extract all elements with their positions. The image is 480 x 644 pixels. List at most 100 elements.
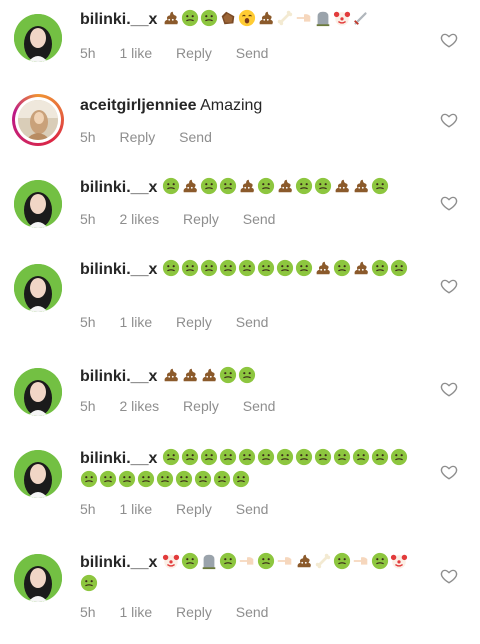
- send-button[interactable]: Send: [236, 604, 269, 620]
- nauseated-face-emoji: [333, 552, 350, 570]
- comment-item: bilinki.__x 5h 1 like Reply Send: [0, 0, 480, 80]
- send-button[interactable]: Send: [179, 129, 212, 145]
- nauseated-face-emoji: [162, 448, 179, 466]
- send-button[interactable]: Send: [236, 45, 269, 61]
- reply-button[interactable]: Reply: [183, 398, 219, 414]
- avatar-photo: [14, 368, 62, 416]
- nauseated-face-emoji: [232, 470, 250, 488]
- poop-emoji: [278, 179, 292, 193]
- reply-button[interactable]: Reply: [119, 129, 155, 145]
- headstone-emoji: [316, 11, 330, 27]
- nauseated-face-emoji: [200, 448, 217, 466]
- pointing-left-hand-emoji: [277, 557, 292, 565]
- avatar-photo: [14, 264, 62, 312]
- comment-meta: 5h Reply Send: [80, 128, 232, 146]
- heart-outline-icon[interactable]: [440, 194, 458, 212]
- comment-time: 5h: [80, 501, 96, 517]
- nauseated-face-emoji: [333, 448, 350, 466]
- comment-likes[interactable]: 1 like: [119, 604, 152, 620]
- comment-emojis: [162, 259, 409, 278]
- nauseated-face-emoji: [219, 552, 236, 570]
- poop-emoji: [202, 368, 216, 382]
- poop-emoji: [316, 261, 330, 275]
- comment-username[interactable]: bilinki.__x: [80, 450, 157, 467]
- comment-meta: 5h 1 like Reply Send: [80, 44, 288, 62]
- comment-emojis: [162, 366, 257, 385]
- send-button[interactable]: Send: [243, 211, 276, 227]
- send-button[interactable]: Send: [243, 398, 276, 414]
- comment-likes[interactable]: 1 like: [119, 501, 152, 517]
- bone-emoji: [277, 10, 293, 26]
- comment-meta: 5h 1 like Reply Send: [80, 603, 288, 621]
- comment-username[interactable]: bilinki.__x: [80, 554, 157, 571]
- comment-text: bilinki.__x: [80, 259, 420, 281]
- nauseated-face-emoji: [257, 177, 274, 195]
- reply-button[interactable]: Reply: [183, 211, 219, 227]
- comment-body: Amazing: [200, 97, 263, 114]
- heart-outline-icon[interactable]: [440, 380, 458, 398]
- nauseated-face-emoji: [181, 9, 198, 27]
- heart-outline-icon[interactable]: [440, 567, 458, 585]
- coffin-emoji: [221, 11, 235, 25]
- clown-face-emoji: [162, 554, 179, 569]
- reply-button[interactable]: Reply: [176, 604, 212, 620]
- comment-likes[interactable]: 2 likes: [119, 211, 159, 227]
- nauseated-face-emoji: [295, 259, 312, 277]
- poop-emoji: [164, 368, 178, 382]
- comment-likes[interactable]: 2 likes: [119, 398, 159, 414]
- nauseated-face-emoji: [257, 448, 274, 466]
- heart-outline-icon[interactable]: [440, 111, 458, 129]
- reply-button[interactable]: Reply: [176, 45, 212, 61]
- comment-username[interactable]: bilinki.__x: [80, 179, 157, 196]
- avatar[interactable]: [14, 14, 62, 62]
- comment-likes[interactable]: 1 like: [119, 314, 152, 330]
- reply-button[interactable]: Reply: [176, 314, 212, 330]
- comment-text: bilinki.__x: [80, 366, 420, 388]
- nauseated-face-emoji: [314, 448, 331, 466]
- send-button[interactable]: Send: [236, 501, 269, 517]
- nauseated-face-emoji: [219, 366, 236, 384]
- nauseated-face-emoji: [219, 177, 236, 195]
- nauseated-face-emoji: [156, 470, 174, 488]
- dagger-emoji: [353, 12, 367, 25]
- nauseated-face-emoji: [213, 470, 231, 488]
- reply-button[interactable]: Reply: [176, 501, 212, 517]
- headstone-emoji: [202, 554, 216, 570]
- avatar[interactable]: [14, 450, 62, 498]
- avatar[interactable]: [14, 554, 62, 602]
- avatar[interactable]: [14, 264, 62, 312]
- poop-emoji: [259, 11, 273, 25]
- poop-emoji: [183, 179, 197, 193]
- comment-username[interactable]: bilinki.__x: [80, 368, 157, 385]
- comment-username[interactable]: aceitgirljenniee: [80, 97, 197, 114]
- nauseated-face-emoji: [371, 552, 388, 570]
- heart-outline-icon[interactable]: [440, 463, 458, 481]
- nauseated-face-emoji: [181, 552, 198, 570]
- nauseated-face-emoji: [257, 552, 274, 570]
- avatar-story-ring[interactable]: [12, 94, 64, 146]
- poop-emoji: [164, 11, 178, 25]
- clown-face-emoji: [390, 554, 407, 569]
- avatar[interactable]: [14, 180, 62, 228]
- poop-emoji: [183, 368, 197, 382]
- send-button[interactable]: Send: [236, 314, 269, 330]
- comment-username[interactable]: bilinki.__x: [80, 11, 157, 28]
- nauseated-face-emoji: [162, 259, 179, 277]
- heart-outline-icon[interactable]: [440, 277, 458, 295]
- nauseated-face-emoji: [333, 259, 350, 277]
- heart-outline-icon[interactable]: [440, 31, 458, 49]
- comment-emojis: [162, 177, 390, 196]
- nauseated-face-emoji: [219, 259, 236, 277]
- comment-username[interactable]: bilinki.__x: [80, 261, 157, 278]
- poop-emoji: [240, 179, 254, 193]
- avatar[interactable]: [14, 368, 62, 416]
- nauseated-face-emoji: [80, 470, 98, 488]
- comment-likes[interactable]: 1 like: [119, 45, 152, 61]
- comment-emojis: [162, 9, 371, 28]
- comment-text: bilinki.__x: [80, 448, 420, 492]
- poop-emoji: [354, 179, 368, 193]
- avatar-photo: [14, 180, 62, 228]
- comment-text: bilinki.__x: [80, 9, 420, 31]
- nauseated-face-emoji: [390, 448, 407, 466]
- comment-text: aceitgirljenniee Amazing: [80, 95, 420, 117]
